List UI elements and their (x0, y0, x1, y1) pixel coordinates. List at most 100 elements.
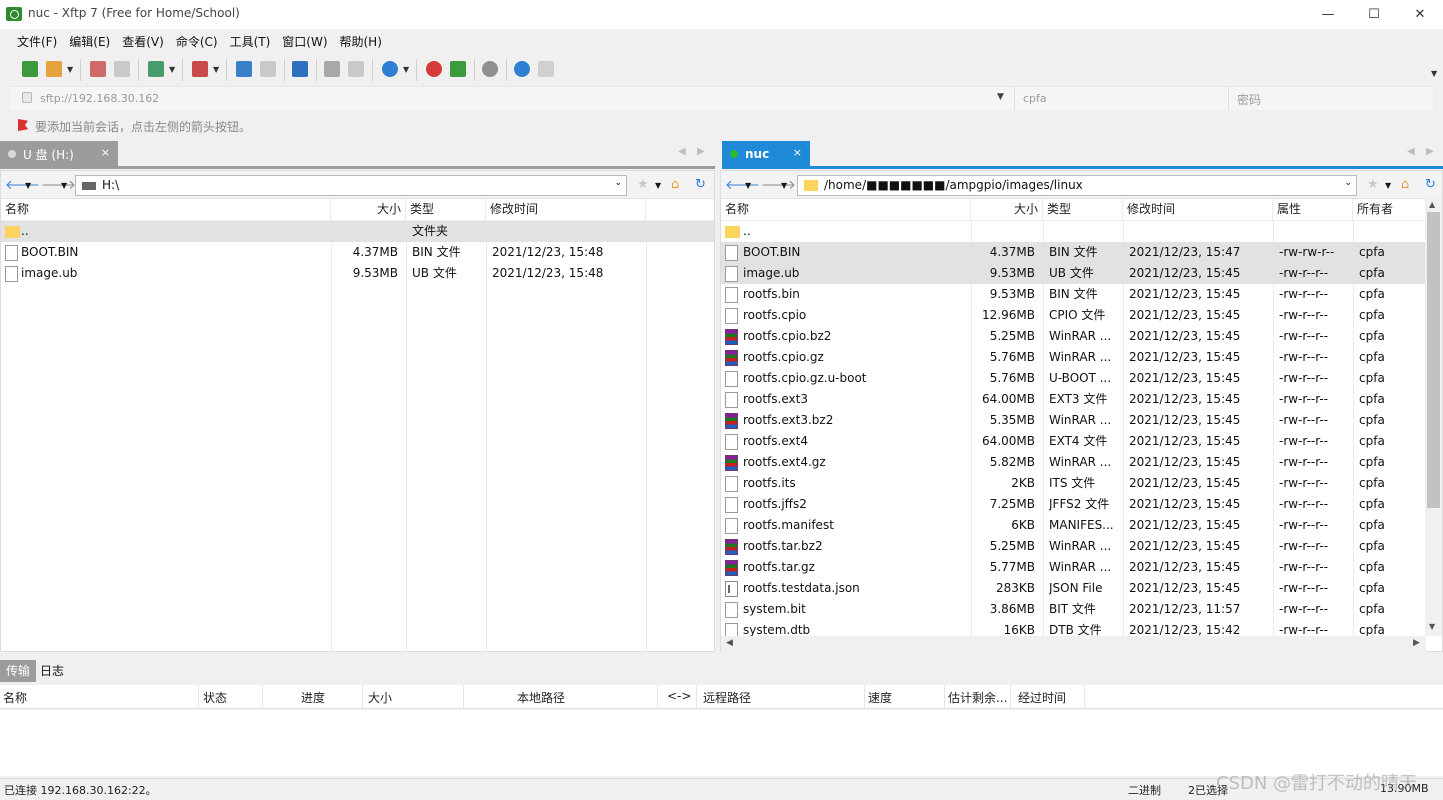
minimize-button[interactable]: — (1305, 0, 1351, 29)
file-row[interactable]: rootfs.ext3 64.00MB EXT3 文件 2021/12/23, 15:… (721, 389, 1442, 410)
open-dropdown-icon[interactable]: ▼ (67, 65, 73, 74)
col-transfer-size[interactable]: 大小 (368, 689, 392, 706)
path-dropdown-icon[interactable]: ⌄ (614, 178, 622, 188)
menu-help[interactable]: 帮助(H) (334, 31, 388, 53)
file-row[interactable]: rootfs.ext4 64.00MB EXT4 文件 2021/12/23, 15:… (721, 431, 1442, 452)
file-row[interactable]: BOOT.BIN 4.37MB BIN 文件 2021/12/23, 15:47 -rw… (721, 242, 1442, 263)
col-owner[interactable]: 所有者 (1353, 199, 1427, 221)
col-transfer-name[interactable]: 名称 (3, 689, 27, 706)
paste-icon[interactable] (348, 61, 364, 77)
refresh-icon[interactable]: ↻ (695, 177, 706, 192)
forward-arrow-icon[interactable]: 🡒 (761, 177, 796, 193)
local-path-input[interactable]: H:\ ⌄ (75, 175, 627, 196)
globe-icon[interactable] (382, 61, 398, 77)
file-row[interactable]: system.dtb 16KB DTB 文件 2021/12/23, 15:42 -rw… (721, 620, 1442, 636)
transfer-mode[interactable]: 二进制 (1128, 782, 1161, 798)
file-row[interactable]: rootfs.ext4.gz 5.82MB WinRAR ... 2021/12/23… (721, 452, 1442, 473)
col-remote-path[interactable]: 远程路径 (703, 689, 751, 706)
back-arrow-icon[interactable]: 🡐 (5, 177, 40, 193)
col-attributes[interactable]: 属性 (1273, 199, 1353, 221)
col-type[interactable]: 类型 (406, 199, 486, 221)
col-name[interactable]: 名称 (1, 199, 331, 221)
reconnect-icon[interactable] (114, 61, 130, 77)
file-row[interactable]: rootfs.testdata.json 283KB JSON File 2021/1… (721, 578, 1442, 599)
file-row[interactable]: rootfs.tar.gz 5.77MB WinRAR ... 2021/12/23,… (721, 557, 1442, 578)
file-row[interactable]: BOOT.BIN 4.37MB BIN 文件 2021/12/23, 15:48 (1, 242, 714, 263)
back-dropdown-icon[interactable]: ▼ (25, 181, 31, 190)
scroll-down-icon[interactable]: ▼ (1429, 622, 1435, 631)
xftp-icon[interactable] (450, 61, 466, 77)
close-window-button[interactable]: ✕ (1397, 0, 1443, 29)
tab-transfers[interactable]: 传输 (0, 660, 37, 682)
left-tab-next-icon[interactable]: ▶ (697, 146, 705, 157)
toolbar-overflow-icon[interactable]: ▼ (1431, 69, 1437, 78)
host-input[interactable]: sftp://192.168.30.162 (40, 92, 159, 105)
terminal-dropdown-icon[interactable]: ▼ (213, 65, 219, 74)
bookmark-star-icon[interactable]: ★ (637, 177, 649, 192)
forward-dropdown-icon[interactable]: ▼ (781, 181, 787, 190)
file-row[interactable]: rootfs.ext3.bz2 5.35MB WinRAR ... 2021/12/2… (721, 410, 1442, 431)
col-eta[interactable]: 估计剩余... (948, 689, 1007, 706)
file-row[interactable]: rootfs.cpio 12.96MB CPIO 文件 2021/12/23, 15:… (721, 305, 1442, 326)
horizontal-scrollbar[interactable] (721, 636, 1426, 652)
col-size[interactable]: 大小 (971, 199, 1043, 221)
password-input[interactable]: 密码 (1228, 86, 1433, 110)
new-session-icon[interactable] (22, 61, 38, 77)
col-elapsed[interactable]: 经过时间 (1018, 689, 1066, 706)
maximize-button[interactable]: ☐ (1351, 0, 1397, 29)
file-row[interactable]: rootfs.cpio.gz 5.76MB WinRAR ... 2021/12/23… (721, 347, 1442, 368)
scroll-up-icon[interactable]: ▲ (1429, 200, 1435, 209)
file-row[interactable]: rootfs.cpio.gz.u-boot 5.76MB U-BOOT ... 202… (721, 368, 1442, 389)
forward-arrow-icon[interactable]: 🡒 (41, 177, 76, 193)
terminal-icon[interactable] (192, 61, 208, 77)
remote-path-input[interactable]: /home/■■■■■■■/ampgpio/images/linux ⌄ (797, 175, 1357, 196)
menu-window[interactable]: 窗口(W) (276, 31, 333, 53)
tab-local-drive[interactable]: U 盘 (H:) × (0, 141, 118, 167)
path-dropdown-icon[interactable]: ⌄ (1344, 178, 1352, 188)
left-tab-prev-icon[interactable]: ◀ (678, 146, 686, 157)
download-icon[interactable] (260, 61, 276, 77)
file-row[interactable]: rootfs.its 2KB ITS 文件 2021/12/23, 15:45 -rw-… (721, 473, 1442, 494)
sync-icon[interactable] (292, 61, 308, 77)
host-dropdown-icon[interactable]: ▼ (997, 92, 1004, 102)
file-row[interactable]: rootfs.cpio.bz2 5.25MB WinRAR ... 2021/12/2… (721, 326, 1442, 347)
tab-close-icon[interactable]: × (101, 146, 110, 159)
col-speed[interactable]: 速度 (868, 689, 892, 706)
file-row[interactable]: rootfs.manifest 6KB MANIFES... 2021/12/23, … (721, 515, 1442, 536)
col-modified[interactable]: 修改时间 (486, 199, 646, 221)
username-input[interactable]: cpfa (1014, 86, 1228, 110)
right-tab-next-icon[interactable]: ▶ (1426, 146, 1434, 157)
col-direction[interactable]: <-> (667, 689, 691, 703)
file-row[interactable]: system.bit 3.86MB BIT 文件 2021/12/23, 11:57 -… (721, 599, 1442, 620)
refresh-icon[interactable]: ↻ (1425, 177, 1436, 192)
menu-file[interactable]: 文件(F) (11, 31, 63, 53)
upload-icon[interactable] (236, 61, 252, 77)
scroll-left-icon[interactable]: ◀ (726, 638, 733, 648)
tab-remote-nuc[interactable]: nuc × (722, 141, 810, 167)
back-arrow-icon[interactable]: 🡐 (725, 177, 760, 193)
copy-icon[interactable] (324, 61, 340, 77)
open-folder-icon[interactable] (46, 61, 62, 77)
menu-tools[interactable]: 工具(T) (224, 31, 277, 53)
file-row[interactable]: rootfs.tar.bz2 5.25MB WinRAR ... 2021/12/23… (721, 536, 1442, 557)
home-folder-icon[interactable]: ⌂ (671, 177, 679, 192)
file-row[interactable]: .. 文件夹 (1, 221, 714, 242)
scrollbar-thumb[interactable] (1427, 212, 1440, 508)
chat-icon[interactable] (538, 61, 554, 77)
help-icon[interactable] (514, 61, 530, 77)
menu-view[interactable]: 查看(V) (116, 31, 170, 53)
col-name[interactable]: 名称 (721, 199, 971, 221)
back-dropdown-icon[interactable]: ▼ (745, 181, 751, 190)
xshell-icon[interactable] (426, 61, 442, 77)
menu-edit[interactable]: 编辑(E) (63, 31, 116, 53)
forward-dropdown-icon[interactable]: ▼ (61, 181, 67, 190)
file-row[interactable]: rootfs.bin 9.53MB BIN 文件 2021/12/23, 15:45 -… (721, 284, 1442, 305)
col-type[interactable]: 类型 (1043, 199, 1123, 221)
encoding-dropdown-icon[interactable]: ▼ (403, 65, 409, 74)
tab-log[interactable]: 日志 (34, 660, 70, 682)
disconnect-icon[interactable] (90, 61, 106, 77)
col-transfer-progress[interactable]: 进度 (301, 689, 325, 706)
new-window-icon[interactable] (148, 61, 164, 77)
col-transfer-status[interactable]: 状态 (203, 689, 227, 706)
file-row[interactable]: image.ub 9.53MB UB 文件 2021/12/23, 15:45 -rw-… (721, 263, 1442, 284)
